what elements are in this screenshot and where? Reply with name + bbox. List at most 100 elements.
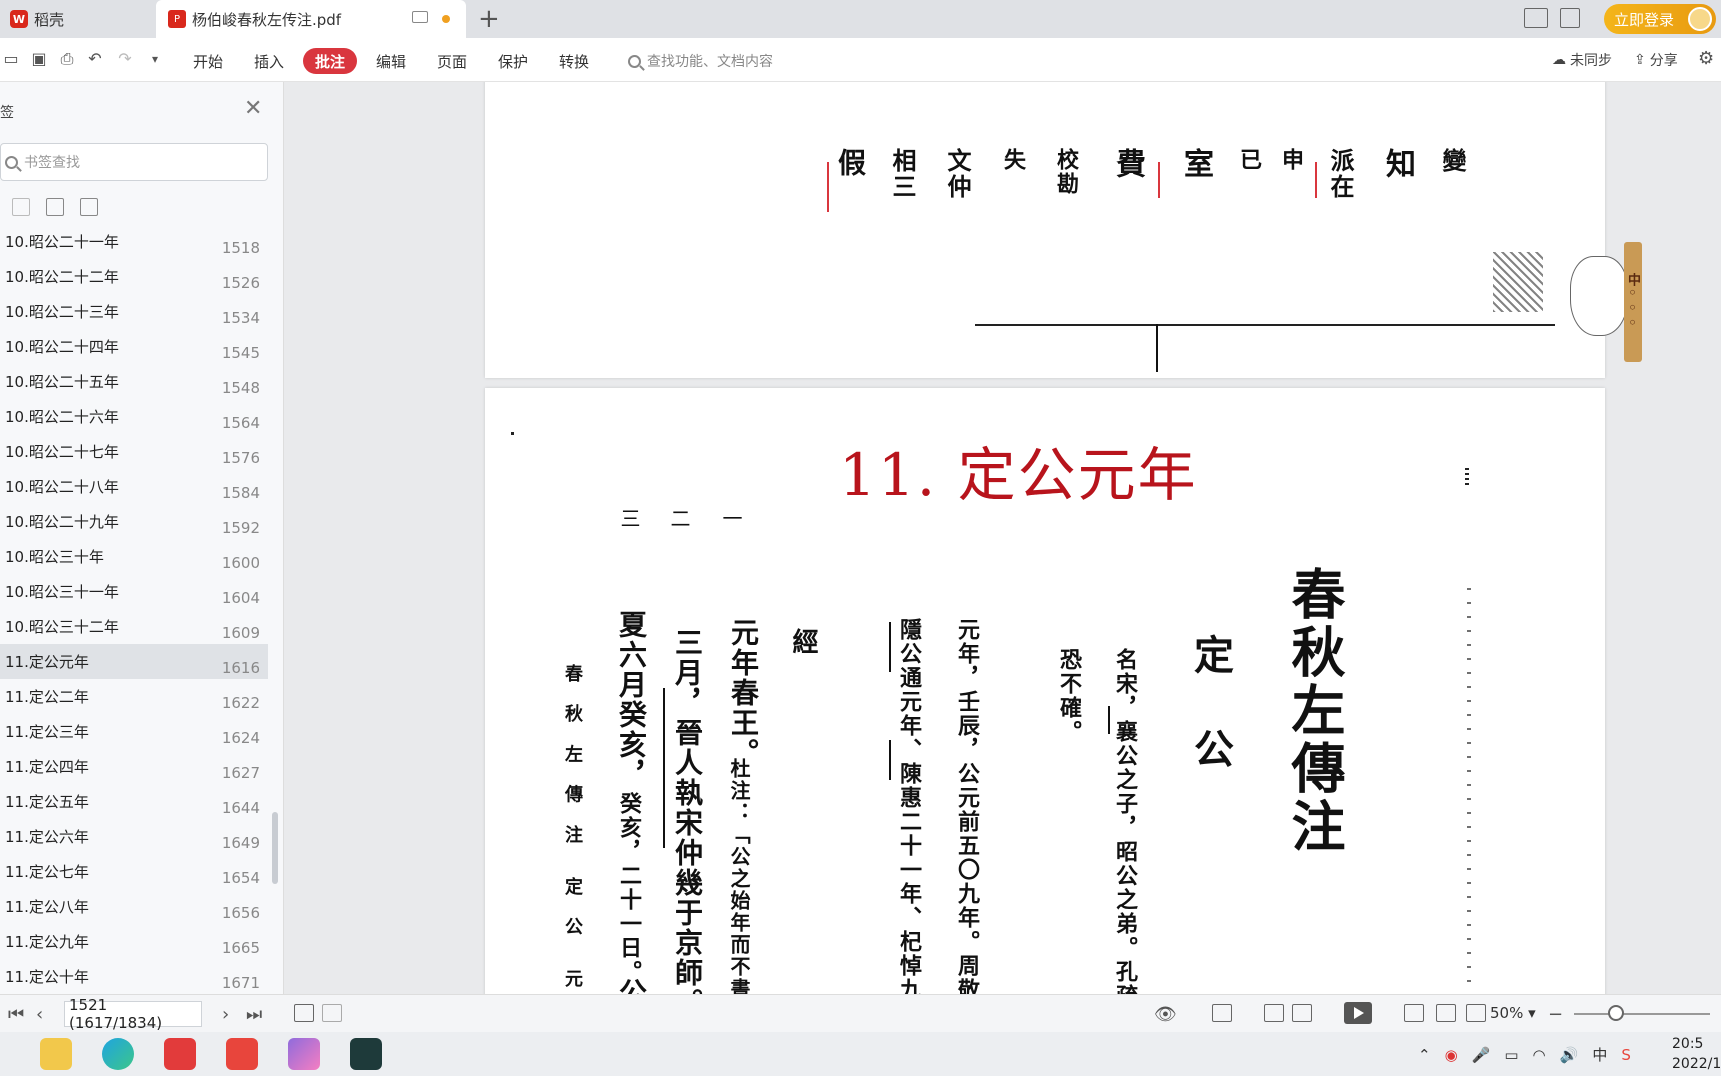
add-bookmark-icon[interactable]: [46, 198, 64, 216]
zoom-level[interactable]: 50% ▾: [1490, 1004, 1536, 1022]
actual-size-icon[interactable]: [1404, 1004, 1424, 1022]
login-button[interactable]: 立即登录: [1604, 4, 1716, 34]
tab-document[interactable]: P 杨伯峻春秋左传注.pdf: [156, 0, 466, 38]
volume-icon[interactable]: 🔊: [1560, 1046, 1579, 1064]
bookmark-item[interactable]: 11.定公五年 1644: [0, 784, 268, 819]
bookmark-item[interactable]: 11.定公六年 1649: [0, 819, 268, 854]
eye-protection-icon[interactable]: 👁: [1154, 1004, 1177, 1025]
reading-mode-icon[interactable]: [1524, 8, 1548, 28]
chevron-down-icon[interactable]: ▾: [146, 50, 164, 68]
chevron-up-icon[interactable]: ⌃: [1418, 1046, 1431, 1064]
sidebar-scrollbar[interactable]: [272, 812, 278, 884]
tab-home[interactable]: W 稻壳: [0, 0, 152, 38]
collapse-all-icon[interactable]: [12, 198, 30, 216]
bookmark-item[interactable]: 11.定公七年 1654: [0, 854, 268, 889]
bookmark-item[interactable]: 10.昭公二十五年 1548: [0, 364, 268, 399]
xmind-icon[interactable]: [164, 1038, 196, 1070]
zoom-slider-track[interactable]: [1574, 1013, 1710, 1015]
print-icon[interactable]: ⎙: [58, 50, 76, 68]
menu-edit[interactable]: 编辑: [373, 48, 409, 74]
ime-icon[interactable]: 中: [1592, 1044, 1607, 1065]
share-button[interactable]: ⇪ 分享: [1634, 50, 1678, 70]
bookmark-item[interactable]: 10.昭公三十二年 1609: [0, 609, 268, 644]
battery-icon[interactable]: ▭: [1504, 1046, 1518, 1064]
bookmark-item[interactable]: 10.昭公二十六年 1564: [0, 399, 268, 434]
sync-label: 未同步: [1570, 53, 1612, 69]
bookmark-label: 10.昭公二十六年: [5, 408, 119, 426]
bookmark-item[interactable]: 10.昭公二十三年 1534: [0, 294, 268, 329]
zoom-out-icon[interactable]: −: [1548, 1004, 1563, 1025]
close-icon[interactable]: ✕: [244, 96, 262, 121]
bookmark-item[interactable]: 11.定公八年 1656: [0, 889, 268, 924]
menu-insert[interactable]: 插入: [251, 48, 287, 74]
bookmark-page-number: 1649: [221, 833, 260, 852]
microphone-icon[interactable]: 🎤: [1472, 1046, 1491, 1064]
edge-browser-icon[interactable]: [102, 1038, 134, 1070]
grid-apps-icon[interactable]: [1560, 8, 1580, 28]
bookmark-item[interactable]: 10.昭公二十四年 1545: [0, 329, 268, 364]
prev-page-text: 變: [1438, 148, 1467, 174]
mascot-bar: 中◦◦◦: [1624, 242, 1642, 362]
record-icon[interactable]: ◉: [1445, 1046, 1458, 1064]
redo-icon[interactable]: ↷: [116, 50, 134, 68]
feature-search-input[interactable]: 查找功能、文档内容: [628, 48, 773, 74]
prev-page-text: 申: [1278, 148, 1304, 172]
photos-icon[interactable]: [288, 1038, 320, 1070]
prev-page-icon[interactable]: ‹: [36, 1004, 43, 1025]
scan-noise: [511, 432, 514, 435]
bookmark-item[interactable]: 10.昭公三十一年 1604: [0, 574, 268, 609]
bookmark-item[interactable]: 11.定公四年 1627: [0, 749, 268, 784]
bookmark-item[interactable]: 10.昭公二十八年 1584: [0, 469, 268, 504]
bookmark-item[interactable]: 10.昭公二十二年 1526: [0, 259, 268, 294]
new-tab-button[interactable]: +: [478, 4, 500, 34]
wps-office-icon[interactable]: [226, 1038, 258, 1070]
back-icon[interactable]: [294, 1004, 314, 1022]
fit-width-icon[interactable]: [1212, 1004, 1232, 1022]
bookmark-list: 10.昭公二十一年 1518 10.昭公二十二年 1526 10.昭公二十三年 1534 1…: [0, 224, 268, 994]
bookmark-item[interactable]: 10.昭公三十年 1600: [0, 539, 268, 574]
sync-status[interactable]: ☁ 未同步: [1552, 50, 1612, 70]
play-icon[interactable]: [1344, 1002, 1372, 1024]
forward-icon[interactable]: [322, 1004, 342, 1022]
last-page-icon[interactable]: ⏭: [246, 1004, 262, 1025]
file-explorer-icon[interactable]: [40, 1038, 72, 1070]
bookmark-label: 10.昭公三十年: [5, 548, 104, 566]
assistant-mascot[interactable]: 中◦◦◦: [1570, 242, 1644, 362]
bookmark-item[interactable]: 11.定公九年 1665: [0, 924, 268, 959]
first-page-icon[interactable]: ⏮: [8, 1004, 24, 1025]
menu-protect[interactable]: 保护: [495, 48, 531, 74]
single-page-icon[interactable]: [1264, 1004, 1284, 1022]
menu-page[interactable]: 页面: [434, 48, 470, 74]
menu-convert[interactable]: 转换: [556, 48, 592, 74]
bookmark-label: 10.昭公二十三年: [5, 303, 119, 321]
bookmark-item[interactable]: 11.定公元年 1616: [0, 644, 268, 679]
system-clock[interactable]: 20:5 2022/1: [1672, 1034, 1721, 1074]
bookmark-item[interactable]: 10.昭公二十一年 1518: [0, 224, 268, 259]
undo-icon[interactable]: ↶: [86, 50, 104, 68]
bookmark-icon[interactable]: [80, 198, 98, 216]
bookmark-item[interactable]: 11.定公三年 1624: [0, 714, 268, 749]
bookmark-label: 11.定公二年: [5, 688, 89, 706]
fit-page-icon[interactable]: [1436, 1004, 1456, 1022]
wifi-icon[interactable]: ◠: [1533, 1046, 1546, 1064]
rotate-icon[interactable]: [1466, 1004, 1486, 1022]
monitor-icon[interactable]: [412, 11, 428, 23]
zoom-slider-handle[interactable]: [1608, 1005, 1624, 1021]
open-folder-icon[interactable]: ▭: [2, 50, 20, 68]
save-icon[interactable]: ▣: [30, 50, 48, 68]
bookmark-item[interactable]: 11.定公十年 1671: [0, 959, 268, 994]
bookmark-item[interactable]: 11.定公二年 1622: [0, 679, 268, 714]
next-page-icon[interactable]: ›: [222, 1004, 229, 1025]
two-page-icon[interactable]: [1292, 1004, 1312, 1022]
sogou-icon[interactable]: S: [1621, 1046, 1631, 1064]
page-number-input[interactable]: 1521 (1617/1834): [64, 996, 202, 1032]
document-viewer[interactable]: 假 相三 文仲 失 校勘 費 室 已 申 派在 知 變 11. 定公元年 三 二…: [285, 82, 1721, 994]
bookmark-item[interactable]: 10.昭公二十七年 1576: [0, 434, 268, 469]
terminal-app-icon[interactable]: [350, 1038, 382, 1070]
login-button-label: 立即登录: [1614, 10, 1675, 29]
bookmark-search-input[interactable]: 书签查找: [0, 143, 268, 181]
menu-annotate[interactable]: 批注: [303, 48, 357, 74]
menu-start[interactable]: 开始: [190, 48, 226, 74]
bookmark-item[interactable]: 10.昭公二十九年 1592: [0, 504, 268, 539]
gear-icon[interactable]: ⚙: [1698, 48, 1714, 69]
